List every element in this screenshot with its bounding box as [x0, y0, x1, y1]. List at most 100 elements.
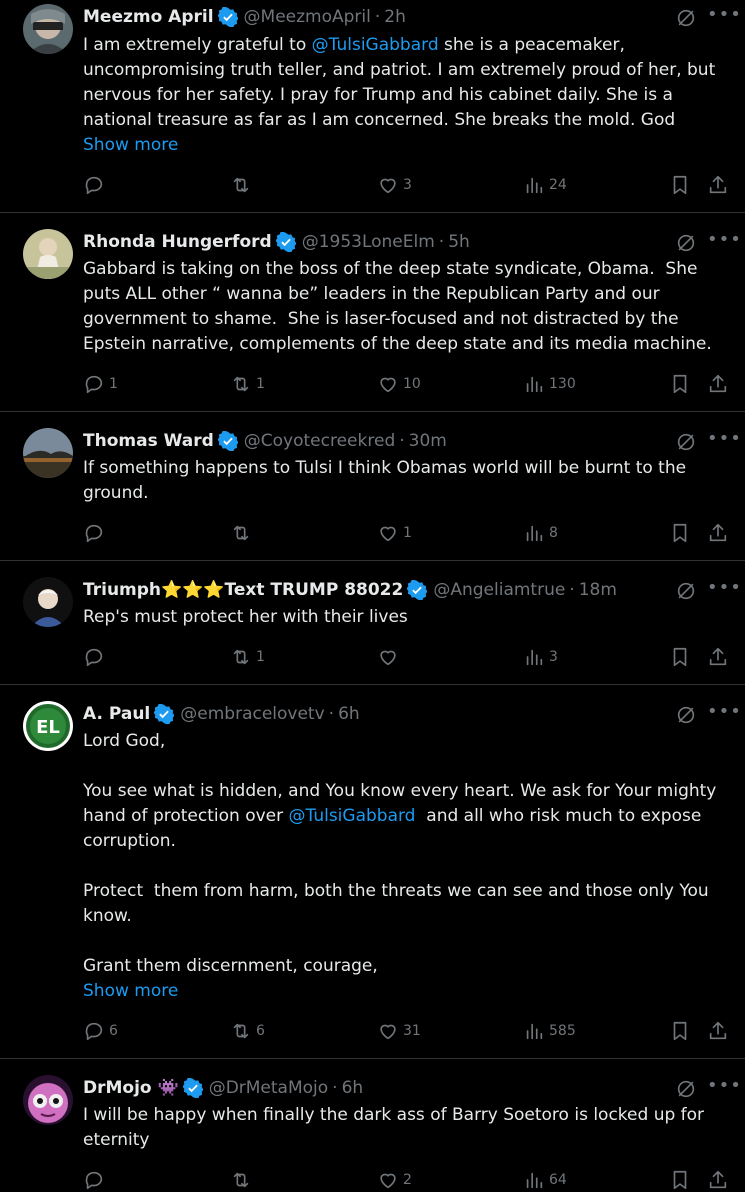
tweet-actions: 3 24	[83, 173, 733, 197]
grok-icon[interactable]	[675, 704, 697, 726]
timestamp[interactable]: 2h	[384, 7, 406, 27]
more-icon[interactable]: •••	[707, 231, 741, 253]
avatar[interactable]	[23, 229, 73, 279]
author-name[interactable]: A. Paul	[83, 704, 150, 724]
tweet[interactable]: Rhonda Hungerford @1953LoneElm · 5h ••• …	[0, 213, 745, 412]
avatar[interactable]	[23, 428, 73, 478]
like-button[interactable]: 10	[377, 372, 421, 396]
bookmark-icon	[673, 1170, 687, 1190]
more-icon[interactable]: •••	[707, 579, 741, 601]
views-button[interactable]: 24	[523, 173, 567, 197]
bookmark-button[interactable]	[669, 645, 691, 669]
views-button[interactable]: 8	[523, 521, 558, 545]
share-button[interactable]	[707, 1019, 729, 1043]
share-icon	[709, 523, 727, 542]
like-button[interactable]: 3	[377, 173, 412, 197]
tweet[interactable]: EL A. Paul @embracelovetv · 6h ••• Lord …	[0, 685, 745, 1059]
share-button[interactable]	[707, 645, 729, 669]
avatar[interactable]	[23, 577, 73, 627]
author-name[interactable]: Meezmo April	[83, 7, 214, 27]
share-button[interactable]	[707, 173, 729, 197]
repost-button[interactable]: 6	[230, 1019, 265, 1043]
author-name[interactable]: DrMojo 👾	[83, 1078, 179, 1098]
bookmark-button[interactable]	[669, 1019, 691, 1043]
show-more-link[interactable]: Show more	[83, 979, 178, 1004]
more-icon[interactable]: •••	[707, 430, 741, 452]
grok-icon[interactable]	[675, 232, 697, 254]
tweet-header: Meezmo April @MeezmoApril · 2h	[83, 6, 406, 28]
author-handle[interactable]: @Coyotecreekred	[244, 431, 395, 451]
repost-button[interactable]: 1	[230, 372, 265, 396]
grok-icon[interactable]	[675, 431, 697, 453]
bookmark-button[interactable]	[669, 521, 691, 545]
timestamp[interactable]: 6h	[342, 1078, 364, 1098]
reply-icon	[85, 648, 103, 667]
views-button[interactable]: 3	[523, 645, 558, 669]
grok-icon[interactable]	[675, 580, 697, 602]
grok-icon[interactable]	[675, 1078, 697, 1100]
like-button[interactable]: 2	[377, 1168, 412, 1192]
author-handle[interactable]: @1953LoneElm	[302, 232, 435, 252]
author-handle[interactable]: @MeezmoApril	[244, 7, 371, 27]
tweet[interactable]: Thomas Ward @Coyotecreekred · 30m ••• If…	[0, 412, 745, 561]
author-name[interactable]: Thomas Ward	[83, 431, 214, 451]
reply-button[interactable]	[83, 521, 109, 545]
more-icon[interactable]: •••	[707, 703, 741, 725]
timestamp[interactable]: 6h	[338, 704, 360, 724]
author-handle[interactable]: @embracelovetv	[180, 704, 324, 724]
tweet[interactable]: Triumph⭐⭐⭐Text TRUMP 88022 @Angeliamtrue…	[0, 561, 745, 685]
repost-button[interactable]: 1	[230, 645, 265, 669]
repost-button[interactable]	[230, 521, 256, 545]
mention-link[interactable]: @TulsiGabbard	[289, 806, 416, 826]
share-button[interactable]	[707, 1168, 729, 1192]
like-button[interactable]: 31	[377, 1019, 421, 1043]
avatar[interactable]	[23, 4, 73, 54]
views-icon	[526, 376, 543, 393]
grok-icon[interactable]	[675, 7, 697, 29]
show-more-link[interactable]: Show more	[83, 133, 178, 158]
tweet-header: DrMojo 👾 @DrMetaMojo · 6h	[83, 1077, 363, 1099]
bookmark-button[interactable]	[669, 372, 691, 396]
reply-button[interactable]	[83, 645, 109, 669]
like-button[interactable]	[377, 645, 403, 669]
author-name[interactable]: Triumph⭐⭐⭐Text TRUMP 88022	[83, 580, 403, 600]
share-button[interactable]	[707, 521, 729, 545]
share-icon	[709, 1170, 727, 1189]
views-button[interactable]: 64	[523, 1168, 567, 1192]
more-icon[interactable]: •••	[707, 1077, 741, 1099]
reply-icon	[85, 176, 103, 195]
separator-dot: ·	[399, 431, 405, 451]
like-button[interactable]: 1	[377, 521, 412, 545]
repost-button[interactable]	[230, 173, 256, 197]
author-handle[interactable]: @DrMetaMojo	[209, 1078, 328, 1098]
repost-icon	[233, 1172, 249, 1188]
repost-button[interactable]	[230, 1168, 256, 1192]
bookmark-button[interactable]	[669, 173, 691, 197]
share-button[interactable]	[707, 372, 729, 396]
reply-button[interactable]: 1	[83, 372, 118, 396]
mention-link[interactable]: @TulsiGabbard	[312, 35, 439, 55]
share-icon	[709, 1021, 727, 1040]
views-button[interactable]: 585	[523, 1019, 576, 1043]
bookmark-button[interactable]	[669, 1168, 691, 1192]
reply-button[interactable]	[83, 1168, 109, 1192]
tweet-actions: 2 64	[83, 1168, 733, 1192]
timestamp[interactable]: 30m	[409, 431, 447, 451]
verified-badge-icon	[217, 431, 238, 451]
tweet[interactable]: DrMojo 👾 @DrMetaMojo · 6h ••• I will be …	[0, 1059, 745, 1190]
separator-dot: ·	[569, 580, 575, 600]
author-name[interactable]: Rhonda Hungerford	[83, 232, 272, 252]
author-handle[interactable]: @Angeliamtrue	[433, 580, 565, 600]
repost-icon	[233, 376, 249, 392]
tweet[interactable]: Meezmo April @MeezmoApril · 2h ••• I am …	[0, 0, 745, 213]
views-button[interactable]: 130	[523, 372, 576, 396]
reply-button[interactable]: 6	[83, 1019, 118, 1043]
avatar[interactable]: EL	[23, 701, 73, 751]
tweet-header: Triumph⭐⭐⭐Text TRUMP 88022 @Angeliamtrue…	[83, 579, 617, 601]
tweet-header: A. Paul @embracelovetv · 6h	[83, 703, 360, 725]
more-icon[interactable]: •••	[707, 6, 741, 28]
timestamp[interactable]: 5h	[448, 232, 470, 252]
timestamp[interactable]: 18m	[579, 580, 617, 600]
reply-button[interactable]	[83, 173, 109, 197]
avatar[interactable]	[23, 1075, 73, 1125]
